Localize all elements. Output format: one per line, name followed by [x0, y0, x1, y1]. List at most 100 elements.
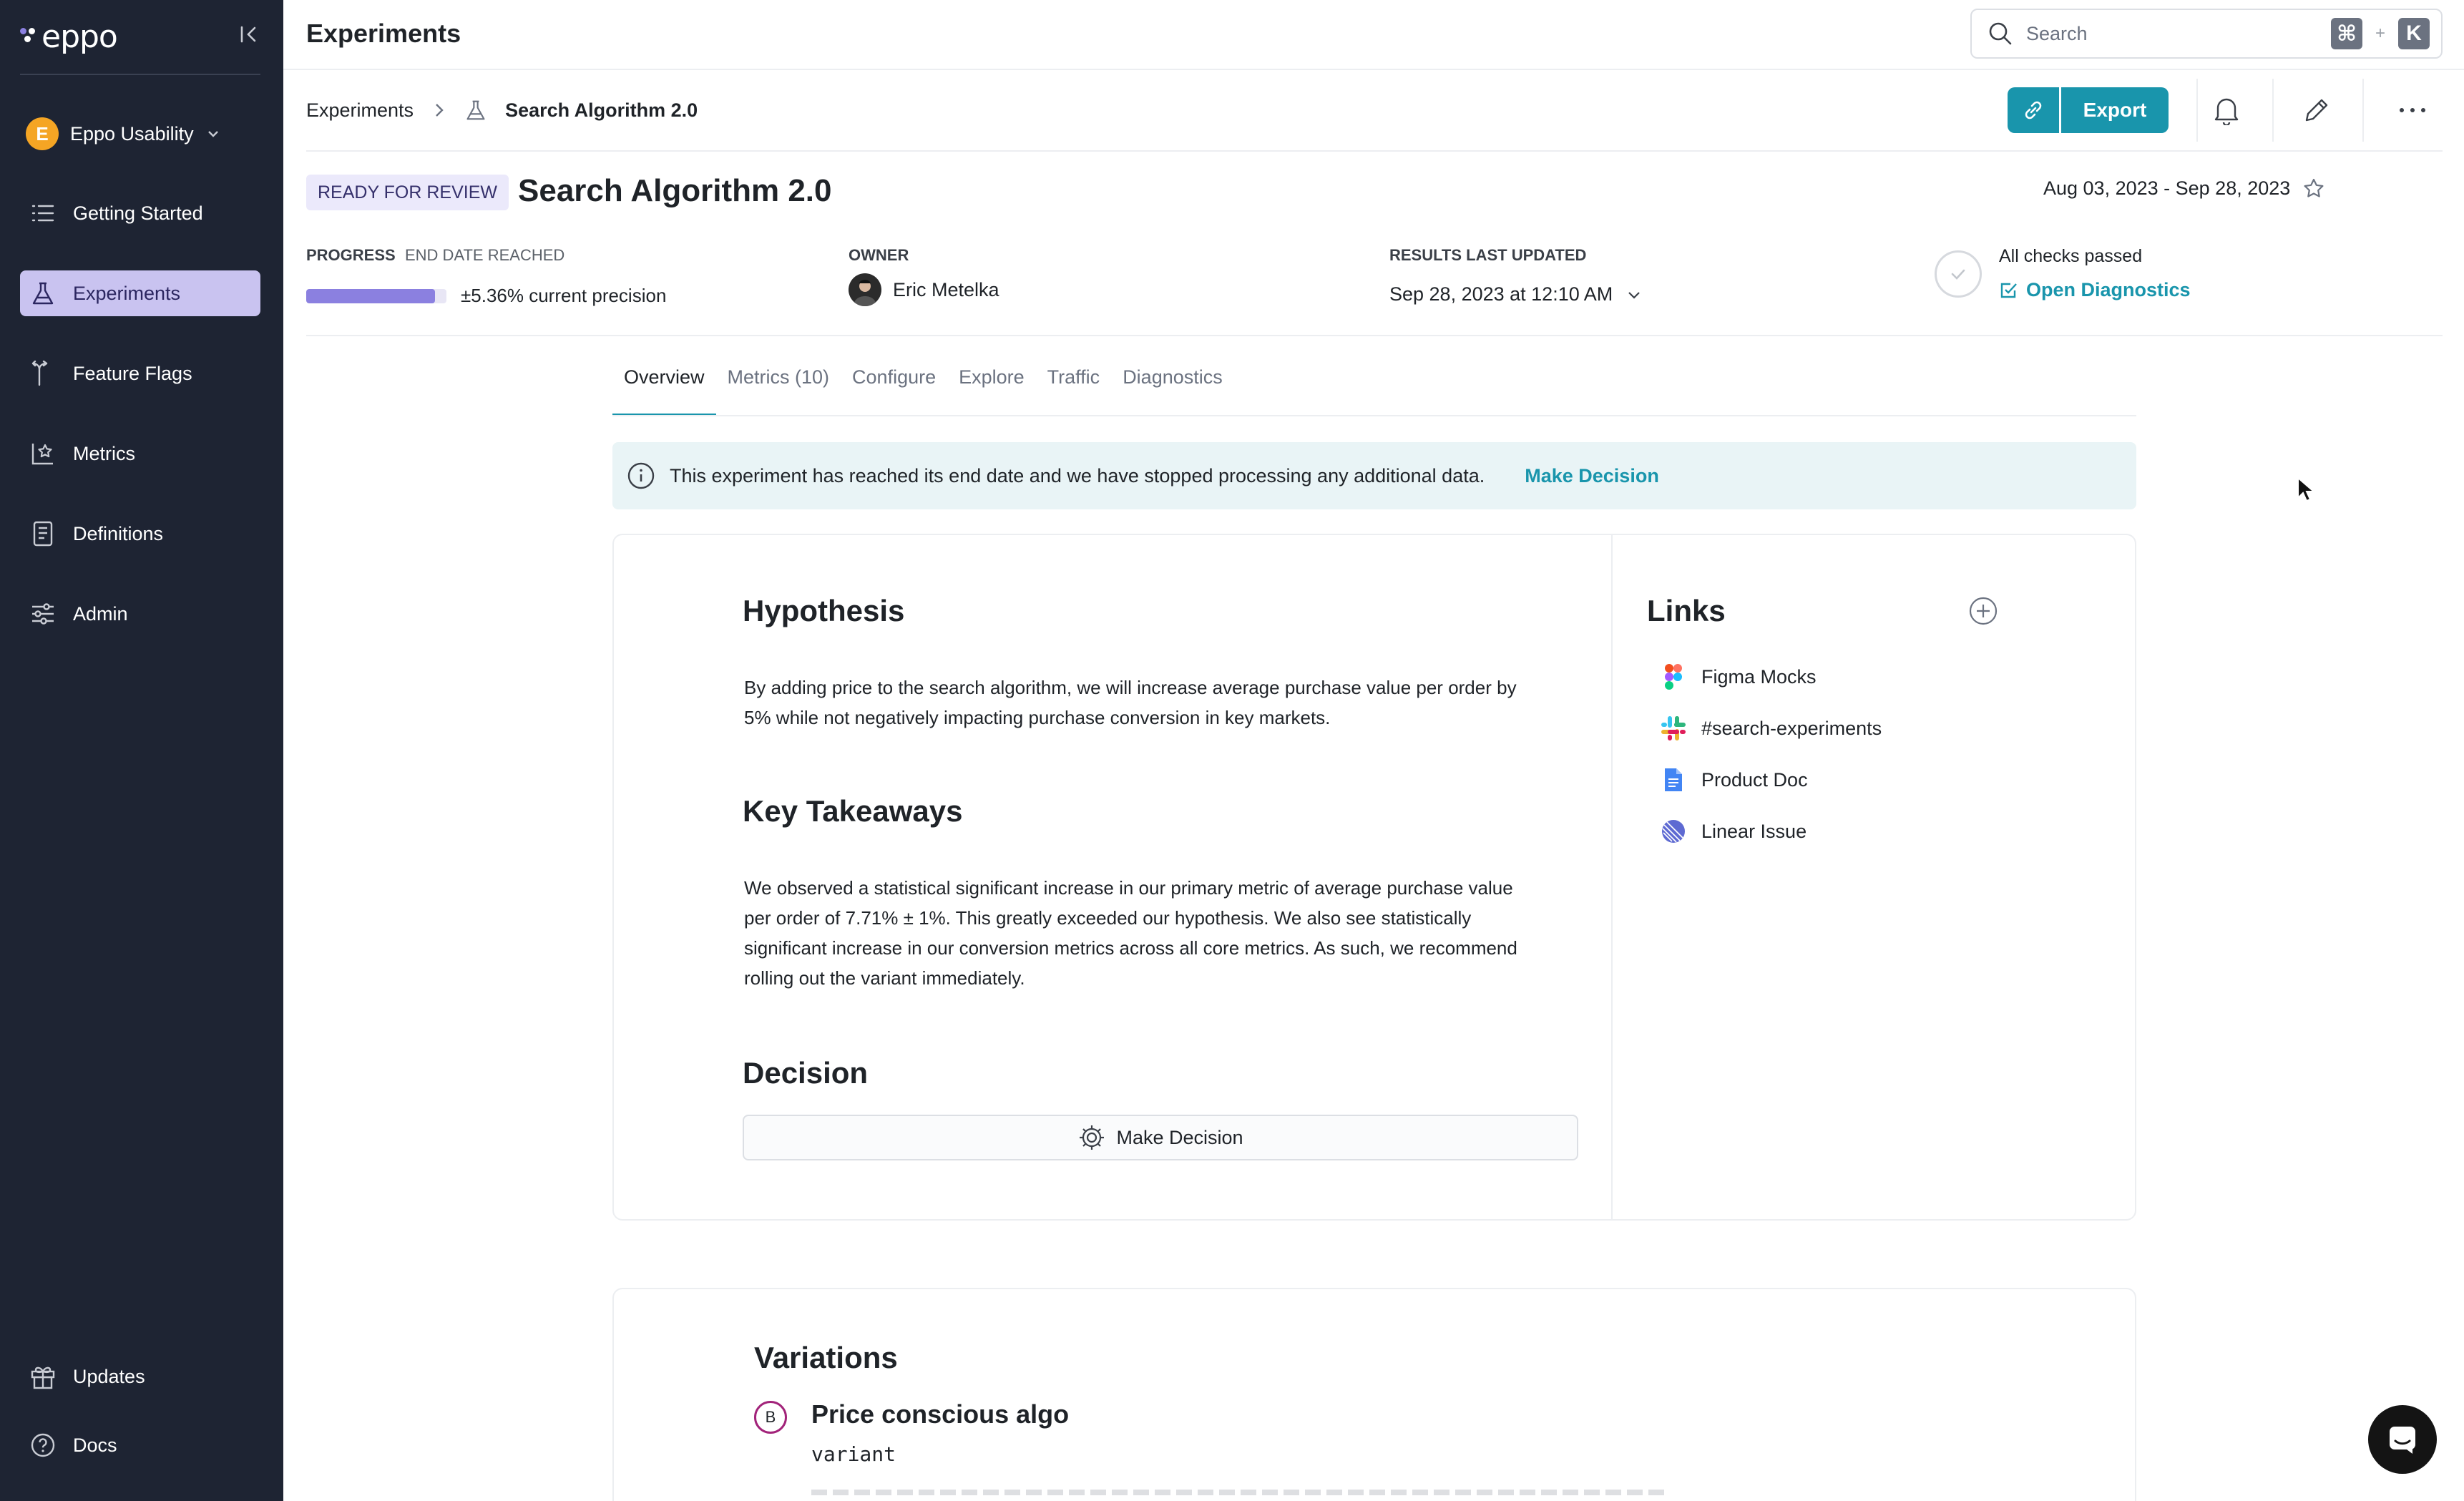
toolbar-divider-line: [306, 150, 2443, 152]
variations-title: Variations: [754, 1341, 898, 1374]
toolbar-divider: [2272, 79, 2274, 142]
hypothesis-text: By adding price to the search algorithm,…: [744, 673, 1517, 733]
tabs-divider: [612, 415, 2136, 416]
add-link-button[interactable]: [1967, 595, 1999, 627]
status-badge: READY FOR REVIEW: [306, 175, 509, 210]
avatar: [849, 273, 881, 306]
takeaways-line: rolling out the variant immediately.: [744, 967, 1025, 989]
eppo-logo[interactable]: eppo: [20, 19, 118, 55]
banner-make-decision-link[interactable]: Make Decision: [1525, 465, 1659, 487]
edit-button[interactable]: [2294, 87, 2340, 133]
link-icon: [2025, 101, 2042, 119]
eppo-logo-icon: [20, 28, 37, 45]
variation-description-truncated: [811, 1490, 1670, 1495]
collapse-sidebar-icon[interactable]: [236, 21, 262, 47]
sidebar-item-feature-flags[interactable]: Feature Flags: [20, 351, 260, 396]
decision-title: Decision: [743, 1056, 869, 1090]
sidebar-item-definitions[interactable]: Definitions: [20, 511, 260, 557]
breadcrumb-current: Search Algorithm 2.0: [505, 99, 698, 121]
link-label: Linear Issue: [1701, 820, 1807, 842]
workspace-avatar: E: [26, 117, 59, 150]
results-updated-label: RESULTS LAST UPDATED: [1389, 246, 1587, 264]
links-title: Links: [1647, 594, 1726, 627]
sidebar-item-docs[interactable]: Docs: [20, 1422, 260, 1468]
open-diagnostics-link[interactable]: Open Diagnostics: [1999, 279, 2191, 301]
gift-icon: [29, 1362, 57, 1391]
help-circle-icon: [29, 1431, 57, 1460]
list-icon: [29, 199, 57, 228]
slack-icon: [1660, 715, 1687, 742]
page-title: Experiments: [306, 19, 461, 48]
tab-configure[interactable]: Configure: [841, 358, 947, 416]
shortcut-plus: +: [2375, 24, 2385, 43]
pencil-icon: [2305, 99, 2328, 122]
date-range[interactable]: Aug 03, 2023 - Sep 28, 2023: [2043, 177, 2290, 200]
figma-icon: [1660, 663, 1687, 690]
sidebar-divider: [20, 74, 260, 75]
link-linear-issue[interactable]: Linear Issue: [1660, 814, 1807, 849]
tab-overview[interactable]: Overview: [612, 358, 716, 416]
tab-explore[interactable]: Explore: [947, 358, 1036, 416]
workspace-switcher[interactable]: E Eppo Usability: [26, 116, 221, 152]
progress-label: PROGRESS: [306, 246, 396, 264]
link-figma-mocks[interactable]: Figma Mocks: [1660, 660, 1817, 694]
sidebar-item-label: Definitions: [73, 522, 164, 544]
favorite-button[interactable]: [2298, 173, 2329, 205]
link-label: Product Doc: [1701, 768, 1808, 791]
checklist-icon: [2000, 283, 2017, 298]
make-decision-button[interactable]: Make Decision: [743, 1115, 1578, 1160]
info-banner: This experiment has reached its end date…: [612, 442, 2136, 509]
sidebar-item-label: Getting Started: [73, 202, 203, 224]
plus-circle-icon: [1969, 597, 1998, 625]
link-product-doc[interactable]: Product Doc: [1660, 763, 1808, 797]
tab-traffic[interactable]: Traffic: [1036, 358, 1112, 416]
chat-icon: [2390, 1427, 2415, 1454]
search-placeholder: Search: [2026, 22, 2088, 44]
book-icon: [29, 519, 57, 548]
toolbar-divider: [2196, 79, 2198, 142]
link-label: #search-experiments: [1701, 717, 1882, 739]
sidebar-item-label: Docs: [73, 1434, 117, 1456]
more-options-button[interactable]: [2390, 87, 2435, 133]
more-horizontal-icon: [2400, 108, 2425, 112]
search-input[interactable]: Search ⌘ + K: [1970, 9, 2443, 59]
mouse-cursor-icon: [2297, 476, 2315, 502]
chevron-down-icon: [1628, 291, 1641, 299]
sidebar-item-label: Metrics: [73, 442, 135, 464]
breadcrumb-experiments[interactable]: Experiments: [306, 99, 414, 122]
key-takeaways-title: Key Takeaways: [743, 794, 963, 828]
results-updated-value: Sep 28, 2023 at 12:10 AM: [1389, 283, 1613, 305]
gear-icon: [1080, 1125, 1105, 1150]
flag-branch-icon: [29, 359, 57, 388]
sidebar-item-experiments[interactable]: Experiments: [20, 270, 260, 316]
sidebar-item-metrics[interactable]: Metrics: [20, 431, 260, 476]
hypothesis-title: Hypothesis: [743, 594, 905, 627]
copy-link-button[interactable]: [2008, 87, 2059, 133]
chart-star-icon: [29, 439, 57, 468]
sidebar-item-label: Admin: [73, 602, 128, 625]
support-chat-button[interactable]: [2368, 1405, 2437, 1474]
checks-status-icon: [1935, 250, 1982, 298]
star-icon: [2304, 178, 2324, 197]
precision-text: ±5.36% current precision: [461, 285, 667, 306]
takeaways-line: per order of 7.71% ± 1%. This greatly ex…: [744, 907, 1472, 929]
tab-diagnostics[interactable]: Diagnostics: [1111, 358, 1234, 416]
notifications-button[interactable]: [2204, 87, 2249, 133]
takeaways-line: significant increase in our conversion m…: [744, 937, 1517, 959]
export-button[interactable]: Export: [2061, 87, 2169, 133]
sidebar-item-label: Experiments: [73, 282, 181, 304]
results-updated-dropdown[interactable]: Sep 28, 2023 at 12:10 AM: [1389, 283, 1643, 305]
variation-key: variant: [811, 1442, 896, 1466]
stats-divider: [306, 335, 2443, 336]
tab-metrics[interactable]: Metrics (10): [716, 358, 841, 416]
header-divider: [283, 69, 2464, 70]
banner-text: This experiment has reached its end date…: [670, 464, 1485, 487]
link-slack-channel[interactable]: #search-experiments: [1660, 711, 1882, 745]
sidebar-item-label: Updates: [73, 1365, 145, 1387]
variation-badge: B: [754, 1401, 787, 1434]
sidebar-item-admin[interactable]: Admin: [20, 591, 260, 637]
progress-bar: [306, 289, 446, 303]
flask-icon: [466, 100, 485, 120]
sidebar-item-getting-started[interactable]: Getting Started: [20, 190, 260, 236]
sidebar-item-updates[interactable]: Updates: [20, 1354, 260, 1399]
